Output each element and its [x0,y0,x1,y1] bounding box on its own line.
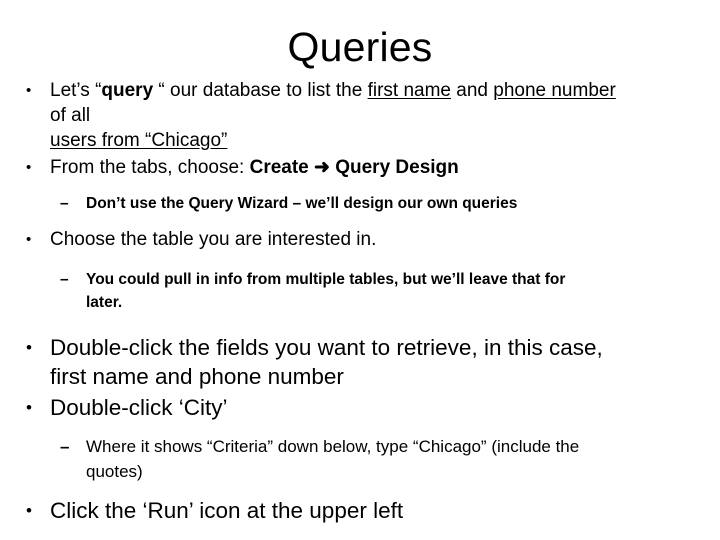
dash-marker: – [60,195,69,212]
list-item-text: Double-click the fields you want to retr… [50,335,603,389]
bullet-marker: • [26,398,32,417]
text-run: Let’s “ [50,80,102,101]
text-run: From the tabs, choose: [50,157,250,178]
list-item: • Choose the table you are interested in… [0,227,630,252]
list-item: • Let’s “query “ our database to list th… [0,78,630,153]
right-arrow-icon: ➜ [314,157,330,178]
bullet-marker: • [26,501,32,520]
bullet-marker: • [26,231,32,248]
bullet-marker: • [26,159,32,176]
bullet-marker: • [26,338,32,357]
dash-marker: – [60,437,70,456]
list-item: • From the tabs, choose: Create ➜ Query … [0,155,630,180]
list-item: – Where it shows “Criteria” down below, … [0,434,600,484]
list-item-text: From the tabs, choose: Create ➜ Query De… [50,155,630,180]
list-item-text: Choose the table you are interested in. [50,229,377,250]
list-item: • Double-click ‘City’ [0,393,608,422]
text-run-bold-create: Create [249,157,309,178]
text-run-underline-users-chicago: users from “Chicago” [50,130,228,151]
list-item-text: Double-click ‘City’ [50,395,228,420]
list-item: • Double-click the fields you want to re… [0,333,608,391]
list-item-text: Where it shows “Criteria” down below, ty… [86,437,580,481]
slide: Queries • Let’s “query “ our database to… [0,0,720,540]
slide-body: • Let’s “query “ our database to list th… [0,78,720,527]
list-item-text: Click the ‘Run’ icon at the upper left [50,498,404,523]
list-item-text: Don’t use the Query Wizard – we’ll desig… [86,195,518,212]
text-run-underline-first-name: first name [367,80,451,101]
text-run: “ our database to list the [153,80,368,101]
list-item-text: Let’s “query “ our database to list the … [50,78,630,153]
text-run: of all [50,105,91,126]
list-item: – You could pull in info from multiple t… [0,268,600,314]
bullet-marker: • [26,82,32,99]
page-title: Queries [287,24,433,70]
list-item-text: You could pull in info from multiple tab… [86,271,566,311]
text-run: and [450,80,494,101]
text-run-bold-query-design: Query Design [335,157,459,178]
text-run-underline-phone-number: phone number [493,80,616,101]
text-run-bold-query: query [101,80,154,101]
list-item: – Don’t use the Query Wizard – we’ll des… [0,192,600,215]
dash-marker: – [60,271,69,288]
list-item: • Click the ‘Run’ icon at the upper left [0,496,608,525]
